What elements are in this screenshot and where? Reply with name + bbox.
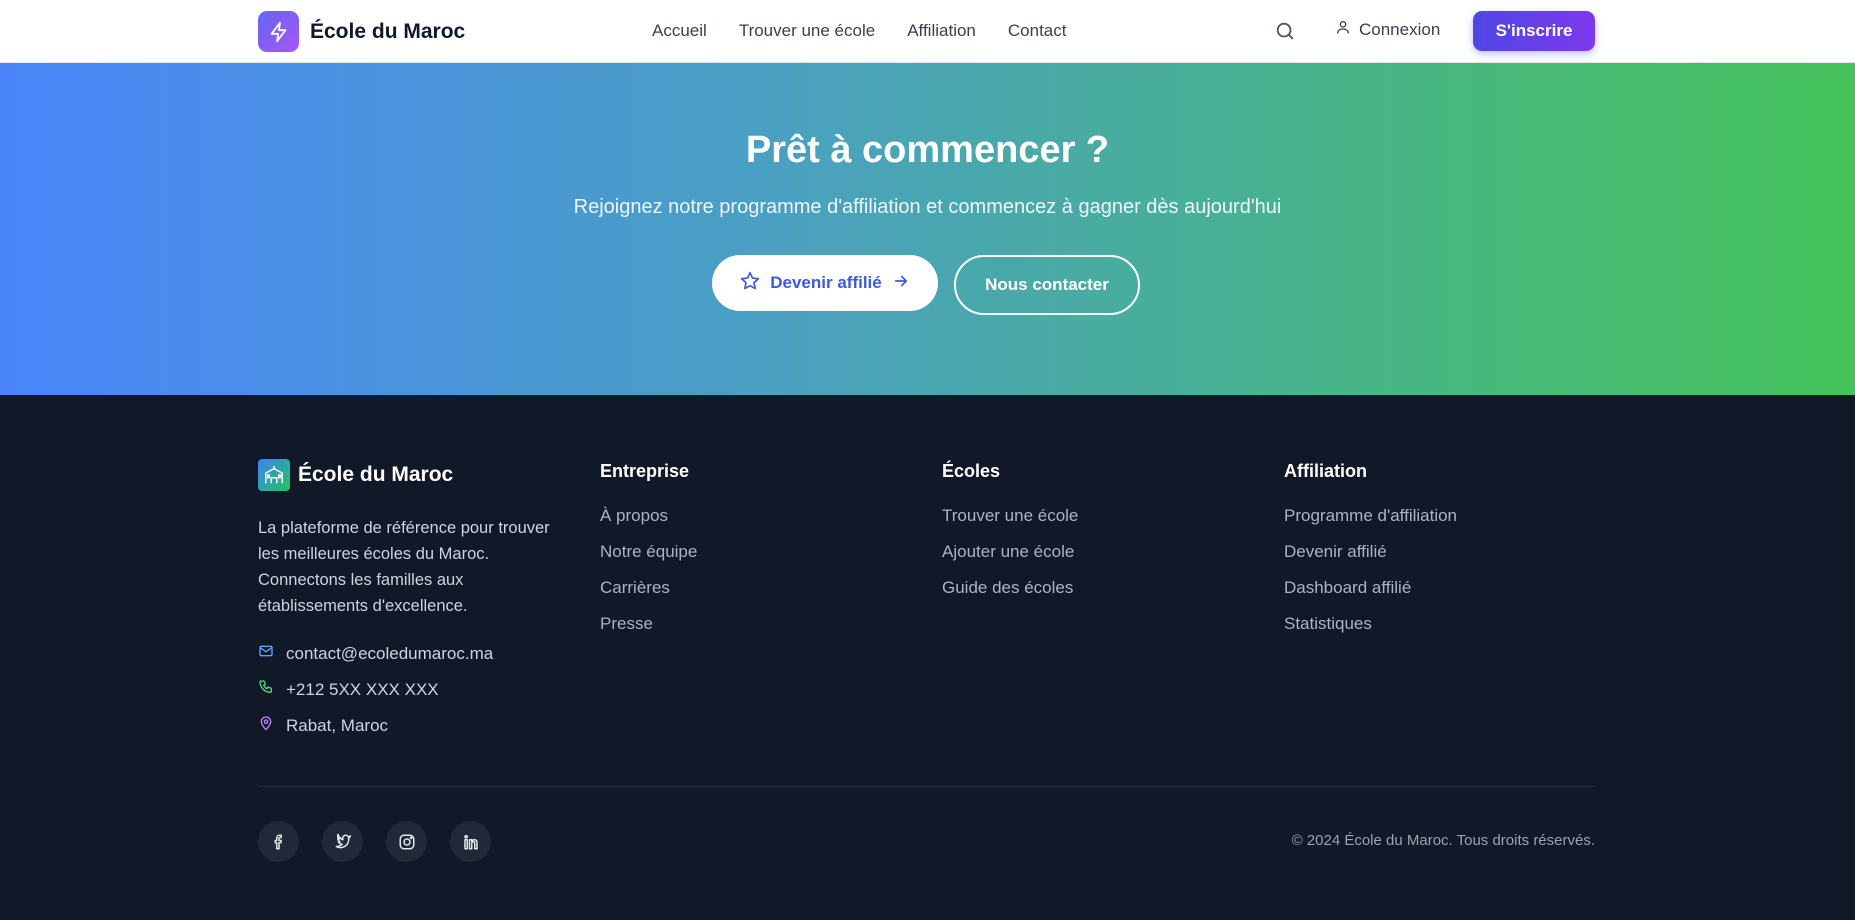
footer-link-statistiques[interactable]: Statistiques <box>1284 614 1457 650</box>
footer: École du Maroc La plateforme de référenc… <box>0 395 1855 920</box>
footer-divider <box>258 786 1595 787</box>
footer-link-trouver-ecole[interactable]: Trouver une école <box>942 506 1078 542</box>
footer-link-notre-equipe[interactable]: Notre équipe <box>600 542 697 578</box>
nav-link-accueil[interactable]: Accueil <box>652 21 707 41</box>
contact-us-button[interactable]: Nous contacter <box>954 255 1140 315</box>
footer-link-devenir-affilie[interactable]: Devenir affilié <box>1284 542 1457 578</box>
search-icon[interactable] <box>1274 20 1296 42</box>
footer-column-affiliation: Affiliation Programme d'affiliation Deve… <box>1284 461 1457 650</box>
instagram-icon[interactable] <box>386 821 427 862</box>
mail-icon <box>258 643 274 664</box>
footer-link-guide-ecoles[interactable]: Guide des écoles <box>942 578 1078 614</box>
footer-link-programme-affiliation[interactable]: Programme d'affiliation <box>1284 506 1457 542</box>
brand-link[interactable]: École du Maroc <box>258 11 465 52</box>
footer-column-entreprise: Entreprise À propos Notre équipe Carrièr… <box>600 461 697 650</box>
map-pin-icon <box>258 715 274 736</box>
cta-title: Prêt à commencer ? <box>745 129 1110 171</box>
login-button[interactable]: Connexion <box>1335 19 1440 40</box>
footer-description: La plateforme de référence pour trouver … <box>258 519 550 615</box>
signup-button[interactable]: S'inscrire <box>1473 11 1595 51</box>
footer-phone[interactable]: +212 5XX XXX XXX <box>258 679 439 700</box>
footer-brand-name: École du Maroc <box>298 463 454 486</box>
become-affiliate-button[interactable]: Devenir affilié <box>712 255 938 311</box>
copyright-text: © 2024 École du Maroc. Tous droits réser… <box>1291 832 1595 849</box>
login-label: Connexion <box>1359 19 1441 39</box>
footer-link-presse[interactable]: Presse <box>600 614 697 650</box>
footer-phone-text: +212 5XX XXX XXX <box>286 679 439 699</box>
become-affiliate-label: Devenir affilié <box>770 273 882 292</box>
nav-link-contact[interactable]: Contact <box>1008 21 1067 41</box>
user-icon <box>1335 19 1351 40</box>
cta-subtitle: Rejoignez notre programme d'affiliation … <box>573 196 1282 218</box>
footer-location: Rabat, Maroc <box>258 715 388 736</box>
star-icon <box>740 271 760 296</box>
footer-email[interactable]: contact@ecoledumaroc.ma <box>258 643 493 664</box>
footer-column-title: Affiliation <box>1284 461 1367 481</box>
footer-link-carrieres[interactable]: Carrières <box>600 578 697 614</box>
footer-location-text: Rabat, Maroc <box>286 715 389 735</box>
footer-column-title: Entreprise <box>600 461 690 481</box>
twitter-icon[interactable] <box>322 821 363 862</box>
footer-column-ecoles: Écoles Trouver une école Ajouter une éco… <box>942 461 1078 614</box>
footer-link-ajouter-ecole[interactable]: Ajouter une école <box>942 542 1078 578</box>
top-navbar: École du Maroc Accueil Trouver une école… <box>0 0 1855 63</box>
footer-brand[interactable]: École du Maroc <box>258 459 453 491</box>
social-links <box>258 821 514 862</box>
cta-section: Prêt à commencer ? Rejoignez notre progr… <box>0 63 1855 395</box>
footer-column-title: Écoles <box>942 461 1001 481</box>
arrow-right-icon <box>892 272 910 295</box>
brand-name: École du Maroc <box>310 19 466 43</box>
nav-link-affiliation[interactable]: Affiliation <box>907 21 976 41</box>
linkedin-icon[interactable] <box>450 821 491 862</box>
facebook-icon[interactable] <box>258 821 299 862</box>
main-nav: Accueil Trouver une école Affiliation Co… <box>652 21 1098 41</box>
footer-link-a-propos[interactable]: À propos <box>600 506 697 542</box>
nav-link-trouver-ecole[interactable]: Trouver une école <box>739 21 875 41</box>
lightning-icon <box>258 11 299 52</box>
phone-icon <box>258 679 274 700</box>
footer-email-text: contact@ecoledumaroc.ma <box>286 643 494 663</box>
footer-link-dashboard-affilie[interactable]: Dashboard affilié <box>1284 578 1457 614</box>
school-icon <box>258 459 290 491</box>
